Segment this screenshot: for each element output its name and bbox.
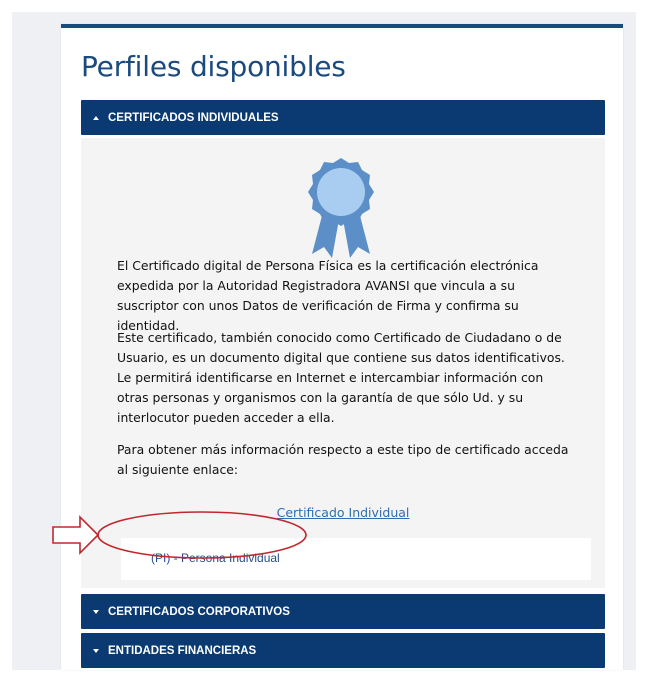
certificado-individual-link[interactable]: Certificado Individual	[81, 505, 605, 520]
profile-option-row[interactable]: (PI) - Persona Individual	[121, 538, 591, 580]
accordion-header-label: ENTIDADES FINANCIERAS	[108, 644, 257, 657]
accordion-header-label: CERTIFICADOS INDIVIDUALES	[108, 111, 279, 124]
accordion-header-corporativos[interactable]: CERTIFICADOS CORPORATIVOS	[81, 594, 605, 629]
page-title: Perfiles disponibles	[81, 50, 346, 83]
accordion-header-label: CERTIFICADOS CORPORATIVOS	[108, 605, 290, 618]
caret-up-icon	[93, 115, 99, 120]
accordion-header-individuales[interactable]: CERTIFICADOS INDIVIDUALES	[81, 100, 605, 135]
caret-down-icon	[93, 609, 99, 614]
profiles-card: Perfiles disponibles CERTIFICADOS INDIVI…	[61, 24, 623, 670]
description-paragraph-1: El Certificado digital de Persona Física…	[117, 258, 539, 333]
accordion-header-financieras[interactable]: ENTIDADES FINANCIERAS	[81, 633, 605, 668]
award-ribbon-icon	[308, 158, 374, 258]
description-paragraph-2: Este certificado, también conocido como …	[117, 330, 565, 425]
description-paragraph-3: Para obtener más información respecto a …	[117, 442, 569, 477]
caret-down-icon	[93, 648, 99, 653]
profile-option-persona-individual[interactable]: (PI) - Persona Individual	[151, 551, 280, 565]
accordion-panel-individuales: El Certificado digital de Persona Física…	[81, 138, 605, 588]
